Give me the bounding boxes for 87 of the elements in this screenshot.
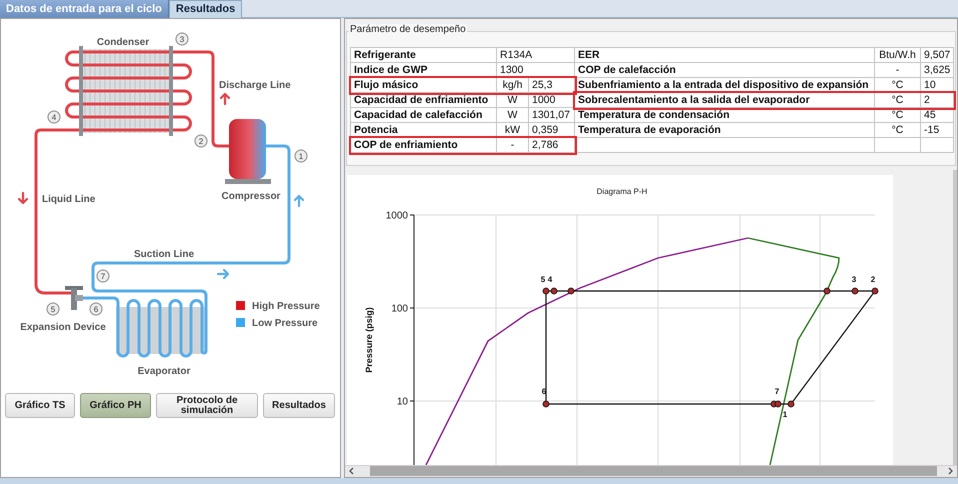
compressor-drawing bbox=[225, 119, 271, 184]
unit-label: W bbox=[497, 93, 529, 108]
component-label: Condenser bbox=[96, 37, 150, 48]
number-badge: 1 bbox=[294, 150, 308, 162]
parameter-label: EER bbox=[575, 48, 875, 63]
parameter-value: R134A bbox=[497, 48, 575, 63]
parameter-value: 1300 bbox=[497, 63, 575, 78]
component-label: Compressor bbox=[222, 191, 280, 202]
axis-tick-label: 100 bbox=[391, 303, 408, 314]
point-label: 7 bbox=[774, 386, 780, 396]
point-label: 4 bbox=[548, 274, 552, 284]
parameter-value: 0,359 bbox=[529, 123, 575, 138]
parameter-label: Subenfriamiento a la entrada del dispositivo de expansión bbox=[575, 78, 875, 93]
parameter-label: Temperatura de condensación bbox=[575, 108, 875, 123]
down-arrow-icon bbox=[18, 192, 28, 204]
parameter-value: 25,3 bbox=[529, 78, 575, 93]
number-badge: 3 bbox=[176, 32, 188, 46]
parameter-label: COP de calefacción bbox=[575, 63, 875, 78]
number-badge: 2 bbox=[194, 134, 208, 148]
right-arrow-icon bbox=[216, 268, 230, 280]
action-button[interactable]: Gráfico PH bbox=[80, 393, 151, 418]
parameter-label: Indice de GWP bbox=[351, 63, 497, 78]
number-badge: 5 bbox=[46, 302, 60, 316]
chart-title: Diagrama P-H bbox=[596, 186, 648, 196]
unit-label: °C bbox=[875, 78, 921, 93]
component-label: Evaporator bbox=[138, 366, 190, 377]
point-label: 2 bbox=[870, 274, 876, 284]
action-button[interactable]: Gráfico TS bbox=[5, 393, 75, 418]
parameter-label: Capacidad de enfriamiento bbox=[351, 93, 497, 108]
parameter-label: COP de enfriamiento bbox=[351, 138, 497, 153]
state-point bbox=[852, 287, 858, 294]
parameter-value: 2,786 bbox=[529, 138, 575, 153]
action-button[interactable]: Protocolo de simulación bbox=[156, 393, 258, 418]
state-point bbox=[568, 287, 574, 294]
parameter-label: Capacidad de calefacción bbox=[351, 108, 497, 123]
horizontal-scrollbar[interactable] bbox=[345, 464, 958, 477]
parameter-value: 1000 bbox=[529, 93, 575, 108]
unit-label: Btu/W.h bbox=[875, 48, 921, 63]
axis-tick-label: 1000 bbox=[386, 210, 408, 222]
parameter-label: Flujo másico bbox=[351, 78, 497, 93]
unit-label: °C bbox=[875, 108, 921, 123]
tab[interactable]: Resultados bbox=[168, 0, 242, 18]
group-title: Parámetro de desempeño bbox=[349, 24, 467, 36]
state-point bbox=[872, 287, 878, 294]
parameter-label: Sobrecalentamiento a la salida del evaporador bbox=[575, 93, 875, 108]
parameter-value: 2 bbox=[921, 93, 954, 108]
parameter-value: 9,507 bbox=[921, 48, 954, 63]
number-badge: 6 bbox=[90, 302, 102, 316]
state-point bbox=[542, 400, 550, 407]
state-point bbox=[824, 287, 830, 294]
parameter-value: -15 bbox=[921, 123, 954, 138]
parameter-value: 1301,07 bbox=[529, 108, 575, 123]
unit-label: W bbox=[497, 108, 529, 123]
state-point bbox=[788, 400, 794, 407]
line-label: Suction Line bbox=[134, 249, 194, 260]
component-label: Expansion Device bbox=[20, 322, 106, 333]
unit-label: kg/h bbox=[497, 78, 529, 93]
unit-label: kW bbox=[497, 123, 529, 138]
up-arrow-icon bbox=[220, 92, 230, 106]
unit-label: °C bbox=[875, 123, 921, 138]
parameter-value: 45 bbox=[921, 108, 954, 123]
line-label: Liquid Line bbox=[42, 194, 96, 205]
parameter-label: Potencia bbox=[351, 123, 497, 138]
scroll-thumb[interactable] bbox=[370, 466, 937, 476]
axis-title: Pressure (psig) bbox=[364, 306, 374, 372]
point-label: 5 bbox=[540, 274, 546, 284]
scroll-left-icon[interactable] bbox=[348, 467, 356, 476]
vertical-scrollbar[interactable] bbox=[953, 170, 958, 465]
parameter-label: Temperatura de evaporación bbox=[575, 123, 875, 138]
unit-label: °C bbox=[875, 93, 921, 108]
up-arrow-icon bbox=[294, 194, 304, 208]
point-label: 3 bbox=[852, 274, 856, 284]
legend-label: High Pressure bbox=[252, 301, 320, 312]
valve-drawing bbox=[65, 286, 83, 310]
scroll-right-icon[interactable] bbox=[946, 467, 954, 476]
point-label: 1 bbox=[782, 410, 788, 419]
parameter-value: 3,625 bbox=[921, 63, 954, 78]
legend-label: Low Pressure bbox=[252, 318, 318, 329]
axis-tick-label: 10 bbox=[396, 396, 408, 408]
parameter-value: 10 bbox=[921, 78, 954, 93]
number-badge: 7 bbox=[96, 270, 110, 282]
action-button[interactable]: Resultados bbox=[263, 393, 335, 418]
parameter-label: Refrigerante bbox=[351, 48, 497, 63]
line-label: Discharge Line bbox=[219, 80, 291, 91]
unit-label: - bbox=[875, 63, 921, 78]
unit-label: - bbox=[497, 138, 529, 153]
number-badge: 4 bbox=[48, 110, 60, 124]
